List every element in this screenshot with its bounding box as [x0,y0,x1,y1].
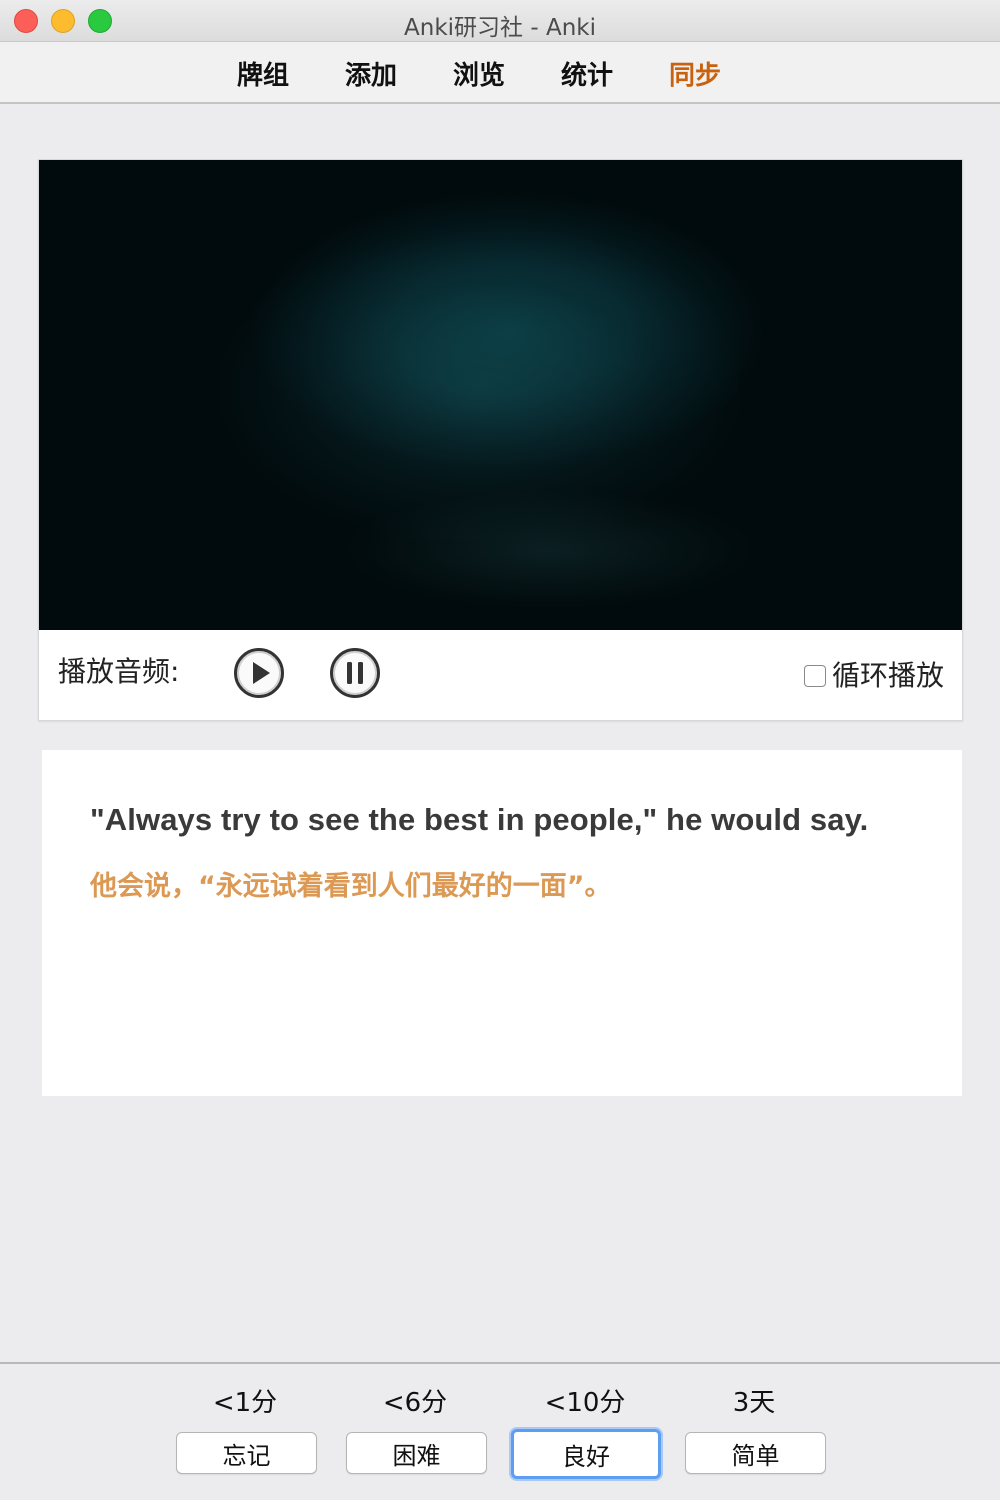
good-button[interactable]: 良好 [511,1429,661,1479]
easy-button[interactable]: 简单 [685,1432,826,1474]
interval-hard: <6分 [382,1388,448,1418]
nav-add[interactable]: 添加 [345,55,397,92]
loop-toggle[interactable]: 循环播放 [803,654,944,694]
loop-label: 循环播放 [831,659,944,692]
pause-circle-icon [347,662,363,684]
nav-sync[interactable]: 同步 [669,55,721,92]
card-content: "Always try to see the best in people," … [42,750,962,1096]
nav-browse[interactable]: 浏览 [453,55,505,92]
interval-easy: 3天 [732,1388,776,1418]
chinese-translation: 他会说，“永远试着看到人们最好的一面”。 [90,871,612,902]
hard-button[interactable]: 困难 [346,1432,487,1474]
nav-stats[interactable]: 统计 [561,55,613,92]
nav-decks[interactable]: 牌组 [237,55,289,92]
audio-controls: 播放音频: 循环播放 [39,630,962,720]
title-bar: Anki研习社 - Anki [0,0,1000,42]
again-button[interactable]: 忘记 [176,1432,317,1474]
play-button[interactable] [234,648,284,698]
media-player: 播放音频: 循环播放 [38,159,963,721]
english-sentence: "Always try to see the best in people," … [90,802,869,837]
interval-again: <1分 [212,1388,278,1418]
video-frame[interactable] [39,160,962,630]
interval-good: <10分 [544,1388,626,1418]
main-toolbar: 牌组 添加 浏览 统计 同步 [0,42,1000,104]
window-title: Anki研习社 - Anki [404,15,596,41]
pause-button[interactable] [330,648,380,698]
loop-checkbox[interactable] [803,665,826,687]
play-circle-icon [253,662,270,684]
answer-bar: <1分 <6分 <10分 3天 忘记 困难 良好 简单 [0,1362,1000,1500]
audio-label: 播放音频: [58,655,180,688]
